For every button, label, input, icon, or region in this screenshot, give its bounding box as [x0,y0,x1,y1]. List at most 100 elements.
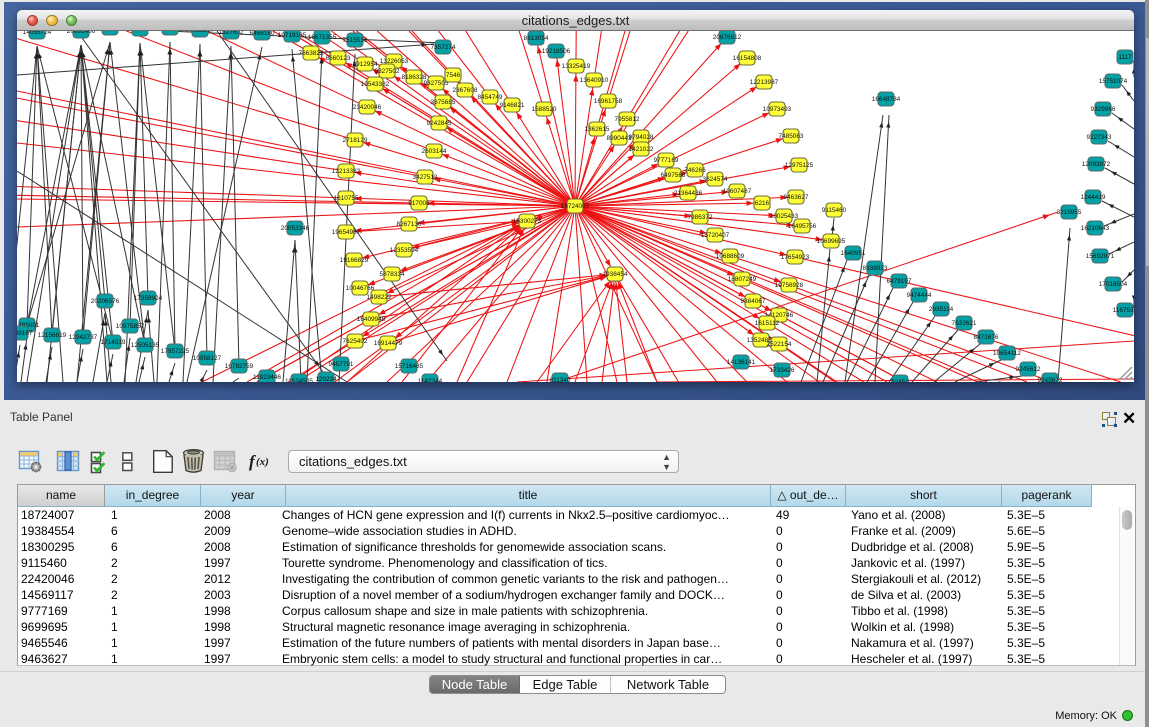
svg-text:8454749: 8454749 [478,94,503,101]
svg-text:16648784: 16648784 [872,96,901,103]
svg-text:9463627: 9463627 [784,194,809,201]
svg-text:1167534: 1167534 [1113,307,1134,314]
svg-text:8660123: 8660123 [326,55,351,62]
svg-text:19756928: 19756928 [775,282,804,289]
svg-text:1714519: 1714519 [101,339,126,346]
svg-text:10975857: 10975857 [116,323,145,330]
svg-text:13325419: 13325419 [562,63,591,70]
svg-text:6497568: 6497568 [661,172,686,179]
svg-text:8912954: 8912954 [353,61,378,68]
svg-text:1733426: 1733426 [770,367,795,374]
svg-text:(x): (x) [256,456,269,468]
svg-text:10719185: 10719185 [278,32,307,39]
svg-text:20053346: 20053346 [281,225,310,232]
svg-text:16409948: 16409948 [357,316,386,323]
svg-text:6479197: 6479197 [887,278,912,285]
svg-text:1588520: 1588520 [532,106,557,113]
svg-text:2367608: 2367608 [453,87,478,94]
svg-text:6216: 6216 [755,200,770,207]
svg-text:19218506: 19218506 [542,48,571,55]
svg-text:8471676: 8471676 [974,334,999,341]
svg-text:8938923: 8938923 [863,265,888,272]
svg-text:8267130: 8267130 [397,221,422,228]
svg-text:6466160: 6466160 [250,31,275,37]
svg-text:7632621: 7632621 [952,320,977,327]
svg-text:17654923: 17654923 [781,254,810,261]
svg-text:12213382: 12213382 [332,168,361,175]
svg-text:17359924: 17359924 [134,295,163,302]
svg-text:13640910: 13640910 [580,77,609,84]
svg-text:9794028: 9794028 [629,134,654,141]
svg-text:12942737: 12942737 [69,334,98,341]
svg-text:10688609: 10688609 [716,253,745,260]
svg-text:3427512: 3427512 [413,174,438,181]
svg-text:16154808: 16154808 [733,55,762,62]
svg-text:10025433: 10025433 [770,213,799,220]
svg-text:1640951: 1640951 [841,250,866,257]
svg-text:3624574: 3624574 [703,176,728,183]
svg-text:5190: 5190 [163,31,178,32]
svg-text:7485063: 7485063 [779,133,804,140]
svg-text:9329966: 9329966 [1091,106,1116,113]
svg-text:3215955: 3215955 [1057,209,1082,216]
svg-text:2522154: 2522154 [767,341,792,348]
svg-text:16671355: 16671355 [308,34,337,41]
svg-text:2935114: 2935114 [929,306,954,313]
svg-text:9327502: 9327502 [375,68,400,75]
svg-text:20091406: 20091406 [67,31,96,35]
svg-text:20876612: 20876612 [713,34,742,41]
svg-text:917006: 917006 [408,200,430,207]
svg-text:17016504: 17016504 [1099,281,1128,288]
svg-text:7663822: 7663822 [299,50,324,57]
svg-text:1117: 1117 [1118,54,1132,61]
svg-text:1610755: 1610755 [334,195,359,202]
svg-text:14136141: 14136141 [727,359,756,366]
svg-text:1244419: 1244419 [1081,194,1106,201]
svg-text:19166829: 19166829 [340,257,369,264]
svg-text:1615112: 1615112 [755,320,780,327]
svg-text:9227343: 9227343 [1087,134,1112,141]
svg-text:11923446: 11923446 [253,374,281,381]
svg-text:1362615: 1362615 [585,126,610,133]
svg-text:10046766: 10046766 [346,285,375,292]
svg-text:92450: 92450 [891,379,909,382]
svg-text:129234: 129234 [315,376,337,382]
svg-text:9384067: 9384067 [741,298,766,305]
svg-text:9327505: 9327505 [424,80,449,87]
svg-text:1327602: 1327602 [219,31,244,36]
svg-text:746266: 746266 [684,167,706,174]
svg-text:19237339: 19237339 [126,31,155,33]
svg-text:2718129: 2718129 [343,137,368,144]
svg-text:9115460: 9115460 [822,207,847,214]
svg-text:23420046: 23420046 [353,104,382,111]
svg-text:9245612: 9245612 [1016,366,1041,373]
svg-text:9245672: 9245672 [1038,377,1063,382]
svg-text:12156819: 12156819 [38,332,67,339]
svg-text:9474444: 9474444 [907,292,932,299]
svg-text:15751074: 15751074 [1099,78,1128,85]
svg-text:1498222: 1498222 [367,294,392,301]
svg-text:9146821: 9146821 [500,102,525,109]
svg-text:9457791: 9457791 [329,361,354,368]
svg-text:2603144: 2603144 [422,148,447,155]
svg-text:12213987: 12213987 [750,79,779,86]
svg-text:17957225: 17957225 [161,348,190,355]
svg-text:9777169: 9777169 [654,157,679,164]
svg-text:15300273: 15300273 [513,218,542,225]
svg-text:1421022: 1421022 [629,146,654,153]
svg-text:19654987: 19654987 [332,229,361,236]
svg-text:12505135: 12505135 [131,342,160,349]
svg-text:12353594: 12353594 [390,247,419,254]
svg-text:16961758: 16961758 [594,98,623,105]
svg-text:8813054: 8813054 [524,35,549,42]
svg-text:7515536: 7515536 [343,37,368,44]
svg-text:16210643: 16210643 [1081,225,1110,232]
svg-text:1938454: 1938454 [603,271,628,278]
svg-text:10958127: 10958127 [193,355,222,362]
svg-text:7986372: 7986372 [688,214,713,221]
svg-text:16914479: 16914479 [374,340,403,347]
svg-text:15720407: 15720407 [701,232,730,239]
svg-text:9242845: 9242845 [427,120,452,127]
svg-text:811340: 811340 [550,377,571,382]
svg-text:10654112: 10654112 [993,350,1021,357]
